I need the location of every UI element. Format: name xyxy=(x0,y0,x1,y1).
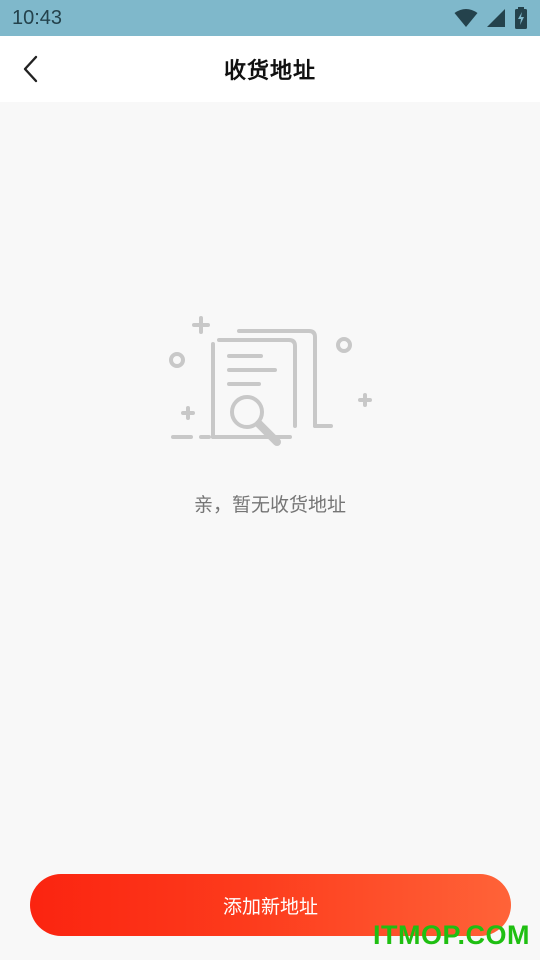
battery-charging-icon xyxy=(515,7,527,29)
cellular-signal-icon xyxy=(487,9,505,27)
main-content: 亲，暂无收货地址 xyxy=(0,102,540,960)
empty-state-message: 亲，暂无收货地址 xyxy=(193,494,346,516)
document-search-illustration xyxy=(169,316,372,446)
back-button[interactable] xyxy=(12,50,50,88)
status-icons xyxy=(454,7,528,29)
app-bar: 收货地址 xyxy=(0,36,540,102)
watermark: ITMOP.COM xyxy=(372,920,530,950)
chevron-left-icon xyxy=(23,55,38,83)
status-time: 10:43 xyxy=(12,6,63,29)
page-title: 收货地址 xyxy=(223,59,316,84)
status-bar: 10:43 xyxy=(0,0,540,36)
wifi-icon xyxy=(454,9,478,27)
